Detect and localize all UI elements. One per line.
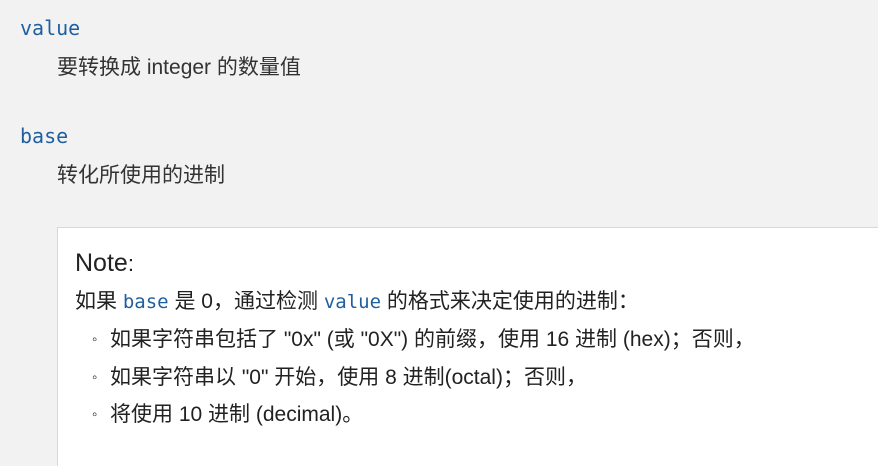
note-intro-mid: 是 0，通过检测 [174,290,318,313]
note-title-colon: : [127,251,134,276]
note-bullet-item: ◦ 如果字符串包括了 "0x" (或 "0X") 的前缀，使用 16 进制 (he… [92,327,755,353]
note-intro-prefix: 如果 [75,290,117,313]
note-bullet-item: ◦ 将使用 10 进制 (decimal)。 [92,402,363,428]
code-value: value [323,291,382,313]
note-bullet-item: ◦ 如果字符串以 "0" 开始，使用 8 进制(octal)；否则， [92,365,587,391]
note-intro: 如果 base 是 0，通过检测 value 的格式来决定使用的进制： [75,289,639,315]
doc-page: value 要转换成 integer 的数量值 base 转化所使用的进制 No… [0,0,878,466]
bullet-marker-icon: ◦ [92,369,98,386]
note-bullet-text: 如果字符串以 "0" 开始，使用 8 进制(octal)；否则， [110,366,587,389]
note-title-text: Note [75,249,128,277]
note-intro-suffix: 的格式来决定使用的进制： [386,290,639,313]
note-title: Note: [75,248,134,279]
code-base: base [122,291,169,313]
note-bullet-text: 将使用 10 进制 (decimal)。 [110,403,364,426]
param-desc-base: 转化所使用的进制 [57,164,225,187]
param-name-base: base [20,124,69,148]
param-name-value: value [20,16,81,40]
bullet-marker-icon: ◦ [92,331,98,348]
bullet-marker-icon: ◦ [92,406,98,423]
note-box: Note: 如果 base 是 0，通过检测 value 的格式来决定使用的进制… [57,227,878,466]
note-bullet-text: 如果字符串包括了 "0x" (或 "0X") 的前缀，使用 16 进制 (hex… [110,328,755,351]
param-desc-value: 要转换成 integer 的数量值 [57,56,301,79]
